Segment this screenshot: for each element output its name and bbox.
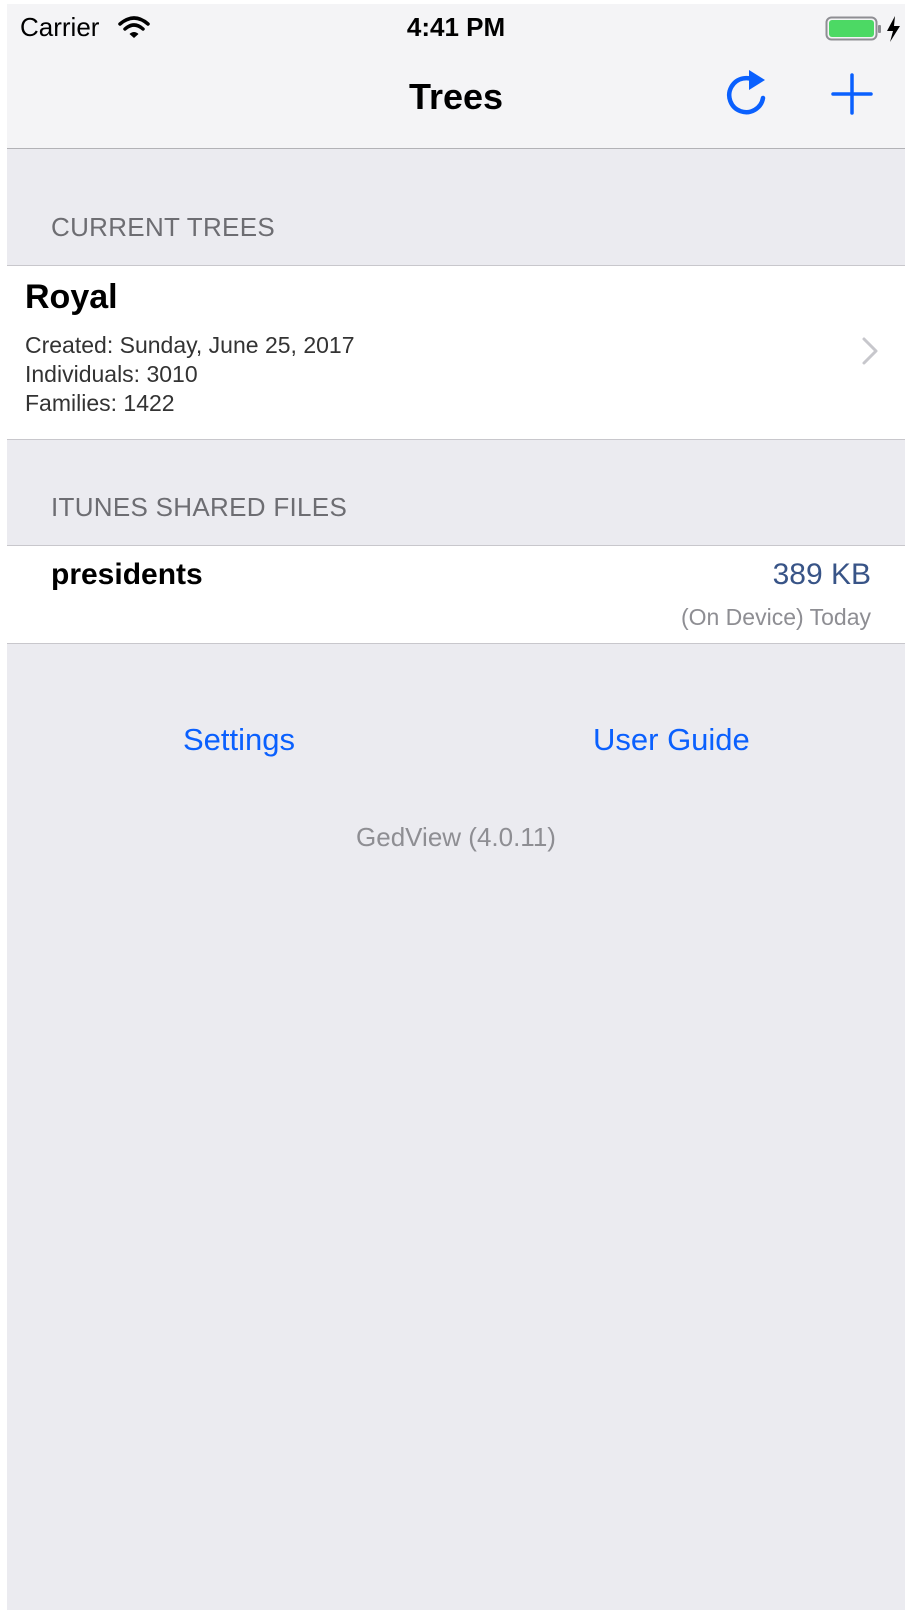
- chevron-right-icon: [861, 336, 879, 371]
- refresh-button[interactable]: [723, 68, 771, 120]
- shared-file-row-presidents[interactable]: presidents 389 KB (On Device) Today: [7, 545, 905, 644]
- refresh-icon: [727, 70, 766, 115]
- navigation-bar: Trees: [7, 54, 905, 149]
- file-name: presidents: [51, 558, 203, 591]
- tree-name: Royal: [25, 278, 118, 316]
- app-frame: Carrier 4:41 PM Trees CURRENT TREES Roya…: [7, 4, 905, 1610]
- tree-row-royal[interactable]: Royal Created: Sunday, June 25, 2017 Ind…: [7, 265, 905, 440]
- charging-bolt-icon: [887, 16, 900, 42]
- tree-families-count: Families: 1422: [25, 390, 175, 416]
- status-time: 4:41 PM: [406, 12, 506, 42]
- battery-icon: [825, 14, 905, 49]
- add-tree-button[interactable]: [830, 72, 874, 116]
- app-version: GedView (4.0.11): [356, 822, 556, 852]
- user-guide-button[interactable]: User Guide: [593, 722, 750, 758]
- file-status: (On Device) Today: [680, 604, 871, 630]
- settings-button[interactable]: Settings: [183, 722, 295, 758]
- tree-individuals-count: Individuals: 3010: [25, 361, 198, 387]
- shared-files-header: ITUNES SHARED FILES: [51, 492, 348, 522]
- status-bar: Carrier 4:41 PM: [7, 4, 905, 54]
- tree-created-date: Created: Sunday, June 25, 2017: [25, 332, 355, 358]
- plus-icon: [831, 73, 873, 115]
- current-trees-header: CURRENT TREES: [51, 212, 275, 242]
- file-size: 389 KB: [772, 558, 871, 591]
